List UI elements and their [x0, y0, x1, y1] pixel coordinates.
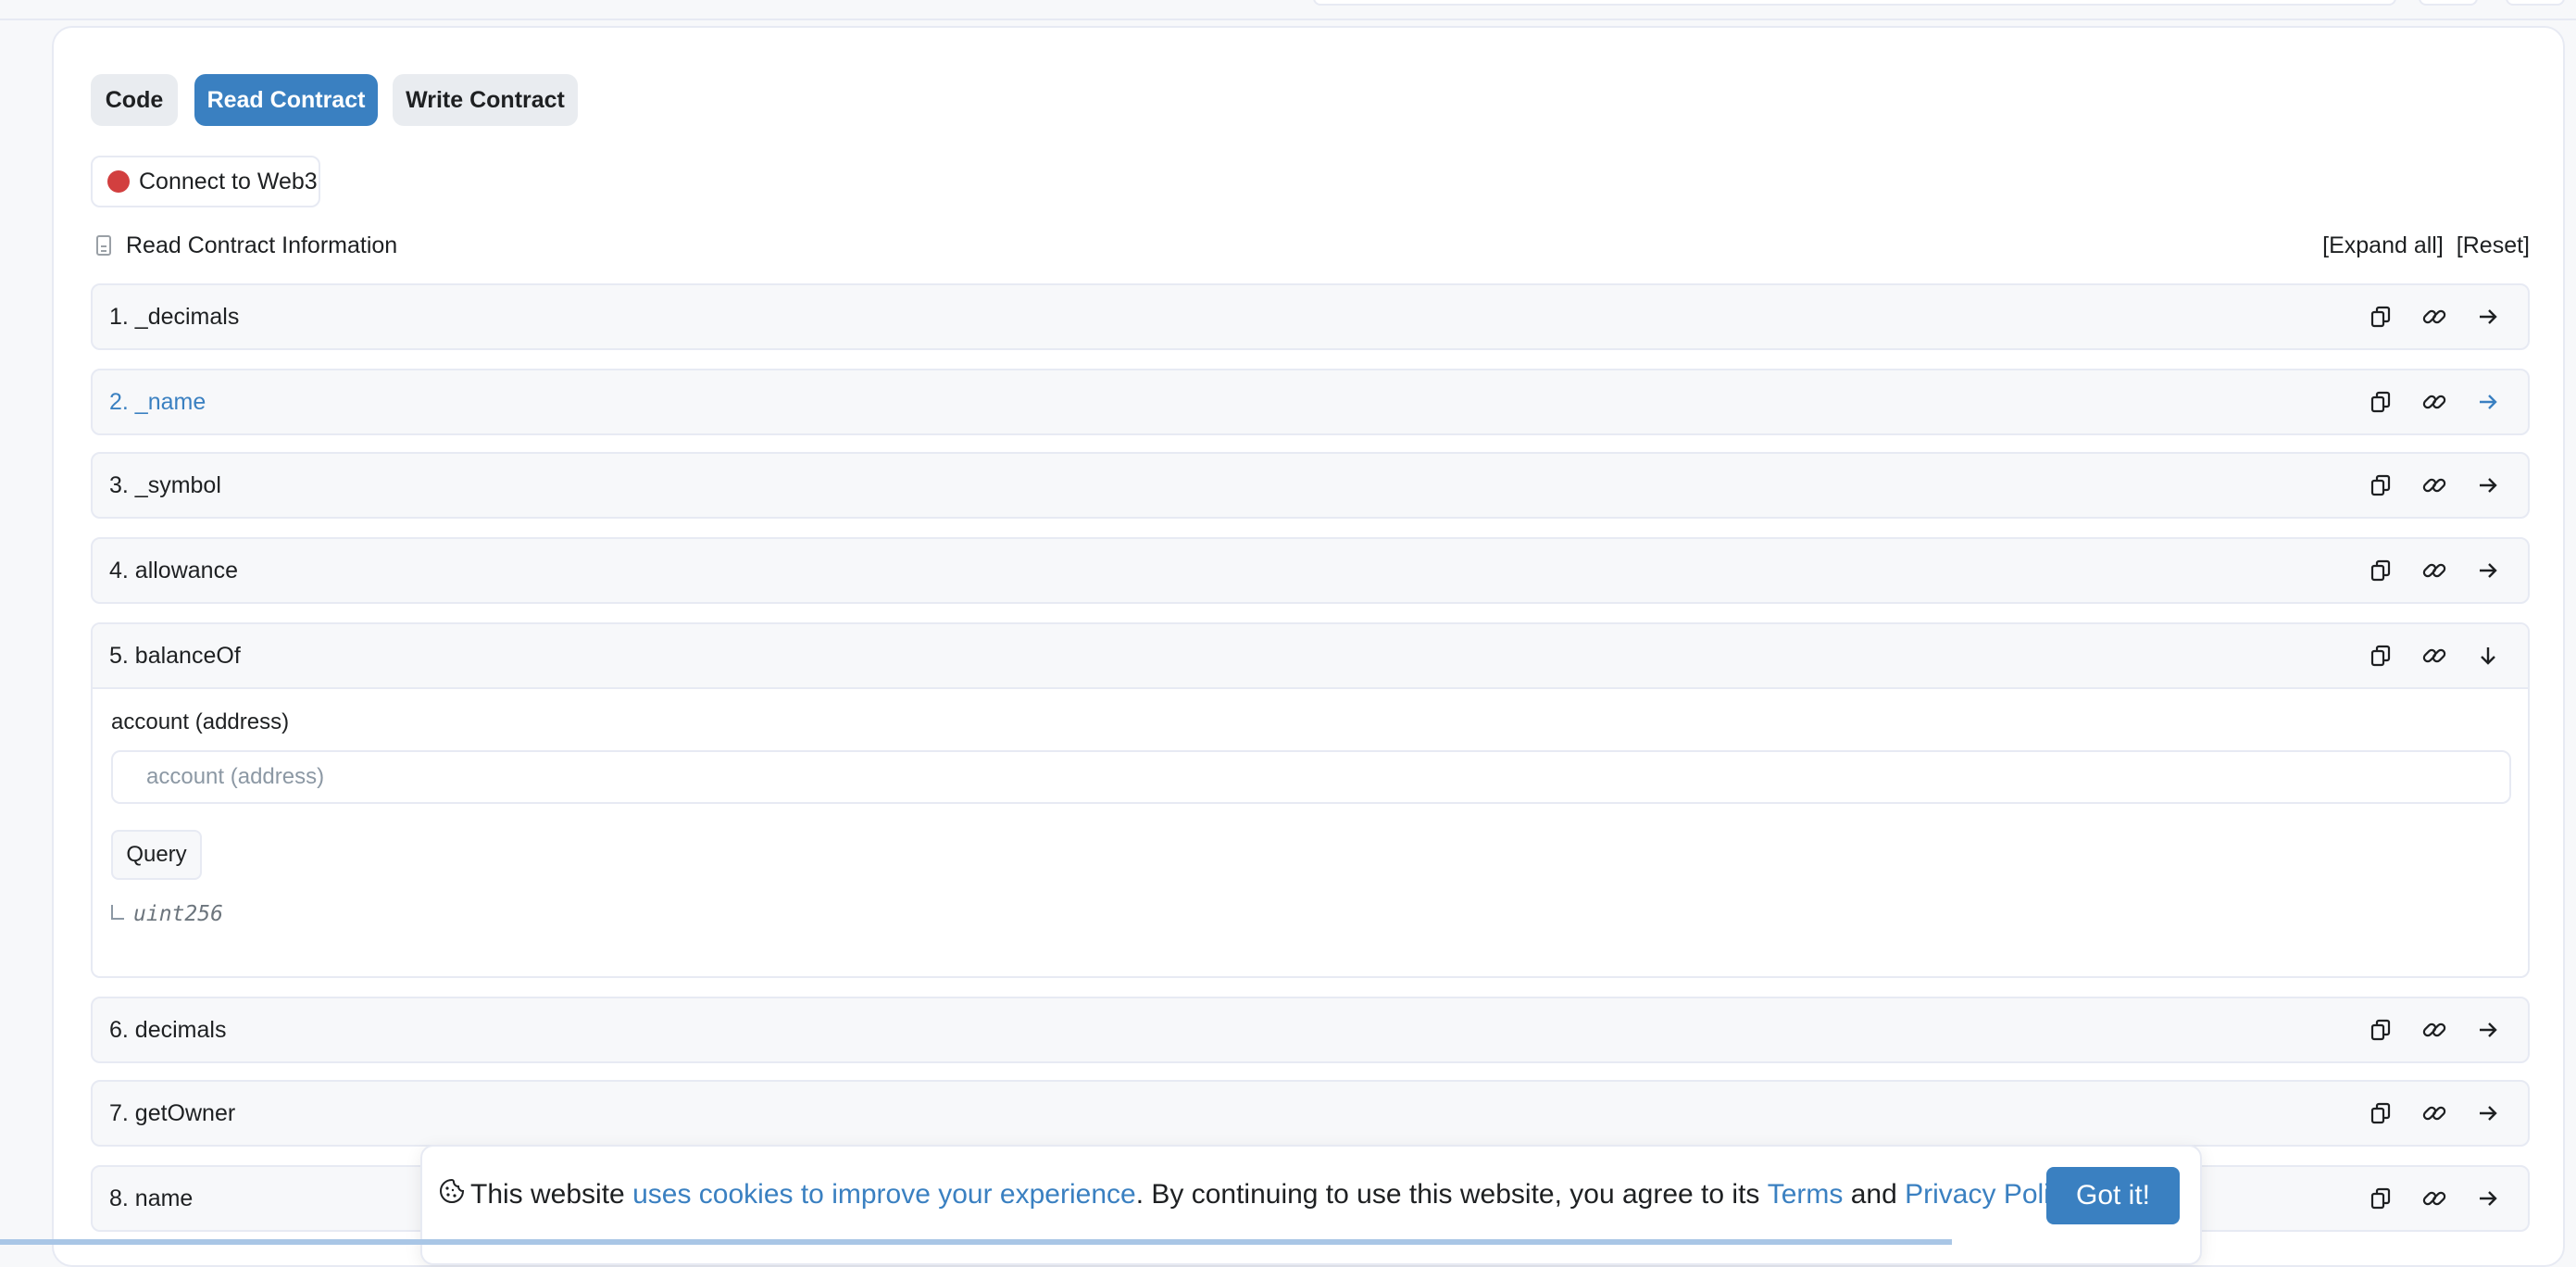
- account-address-input[interactable]: [111, 750, 2511, 804]
- return-type: uint256: [111, 902, 223, 926]
- copy-icon[interactable]: [2354, 296, 2407, 337]
- tab-read-contract[interactable]: Read Contract: [194, 74, 378, 126]
- link-icon[interactable]: [2407, 635, 2461, 676]
- copy-icon[interactable]: [2354, 550, 2407, 591]
- reset-link[interactable]: [Reset]: [2457, 232, 2530, 259]
- connection-status-dot: [107, 170, 130, 193]
- copy-icon[interactable]: [2354, 1010, 2407, 1050]
- arrow-down-icon[interactable]: [2461, 635, 2515, 676]
- cookie-text-1: This website: [470, 1179, 633, 1210]
- arrow-right-icon[interactable]: [2461, 550, 2515, 591]
- cookie-policy-link[interactable]: uses cookies to improve your experience: [632, 1179, 1136, 1211]
- function-panel-balanceof: 5. balanceOf account (address) Query uin…: [91, 622, 2530, 978]
- arrow-right-icon[interactable]: [2461, 1178, 2515, 1219]
- function-label: 3. _symbol: [109, 472, 221, 498]
- function-row-5[interactable]: 5. balanceOf: [93, 624, 2528, 689]
- function-row-6[interactable]: 6. decimals: [91, 997, 2530, 1063]
- expand-all-link[interactable]: [Expand all]: [2322, 232, 2444, 259]
- header-search-box-edge[interactable]: [1313, 0, 2396, 6]
- copy-icon[interactable]: [2354, 1093, 2407, 1134]
- copy-icon[interactable]: [2354, 465, 2407, 506]
- header-divider: [0, 19, 2576, 20]
- function-row-1[interactable]: 1. _decimals: [91, 283, 2530, 350]
- document-icon: [96, 235, 111, 256]
- link-icon[interactable]: [2407, 465, 2461, 506]
- link-icon[interactable]: [2407, 1093, 2461, 1134]
- link-icon[interactable]: [2407, 1178, 2461, 1219]
- function-row-7[interactable]: 7. getOwner: [91, 1080, 2530, 1147]
- got-it-button[interactable]: Got it!: [2046, 1167, 2180, 1224]
- arrow-right-icon[interactable]: [2461, 382, 2515, 422]
- cookie-icon: [439, 1178, 465, 1211]
- arrow-right-icon[interactable]: [2461, 465, 2515, 506]
- cookie-banner: This website uses cookies to improve you…: [420, 1145, 2202, 1265]
- link-icon[interactable]: [2407, 550, 2461, 591]
- section-actions: [Expand all] [Reset]: [2322, 230, 2530, 261]
- function-row-2[interactable]: 2. _name: [91, 369, 2530, 435]
- function-row-3[interactable]: 3. _symbol: [91, 452, 2530, 519]
- page-scroll-indicator: [0, 1239, 1952, 1245]
- return-type-text: uint256: [133, 902, 223, 926]
- header-button-edge[interactable]: [2506, 0, 2565, 6]
- function-label: 8. name: [109, 1185, 194, 1211]
- link-icon[interactable]: [2407, 382, 2461, 422]
- cookie-message: This website uses cookies to improve you…: [439, 1174, 2085, 1215]
- function-label: 1. _decimals: [109, 304, 240, 330]
- copy-icon[interactable]: [2354, 635, 2407, 676]
- function-label: 4. allowance: [109, 558, 238, 583]
- header-button-edge[interactable]: [2419, 0, 2478, 6]
- link-icon[interactable]: [2407, 1010, 2461, 1050]
- function-label: 5. balanceOf: [109, 643, 241, 669]
- connect-web3-label: Connect to Web3: [139, 168, 318, 194]
- function-label: 2. _name: [109, 389, 206, 415]
- arrow-right-icon[interactable]: [2461, 1010, 2515, 1050]
- function-row-4[interactable]: 4. allowance: [91, 537, 2530, 604]
- link-icon[interactable]: [2407, 296, 2461, 337]
- terms-link[interactable]: Terms: [1768, 1179, 1844, 1211]
- section-title-text: Read Contract Information: [126, 232, 398, 258]
- function-label: 7. getOwner: [109, 1100, 236, 1126]
- account-address-label: account (address): [111, 709, 290, 734]
- cookie-text-2: . By continuing to use this website, you…: [1135, 1179, 1768, 1210]
- connect-web3-button[interactable]: Connect to Web3: [91, 156, 320, 207]
- copy-icon[interactable]: [2354, 382, 2407, 422]
- query-button[interactable]: Query: [111, 830, 202, 880]
- section-title: Read Contract Information: [96, 230, 397, 261]
- function-label: 6. decimals: [109, 1017, 227, 1043]
- tab-code[interactable]: Code: [91, 74, 178, 126]
- cookie-text-3: and: [1843, 1179, 1906, 1210]
- return-corner-icon: [111, 905, 124, 920]
- copy-icon[interactable]: [2354, 1178, 2407, 1219]
- arrow-right-icon[interactable]: [2461, 1093, 2515, 1134]
- arrow-right-icon[interactable]: [2461, 296, 2515, 337]
- tab-write-contract[interactable]: Write Contract: [393, 74, 578, 126]
